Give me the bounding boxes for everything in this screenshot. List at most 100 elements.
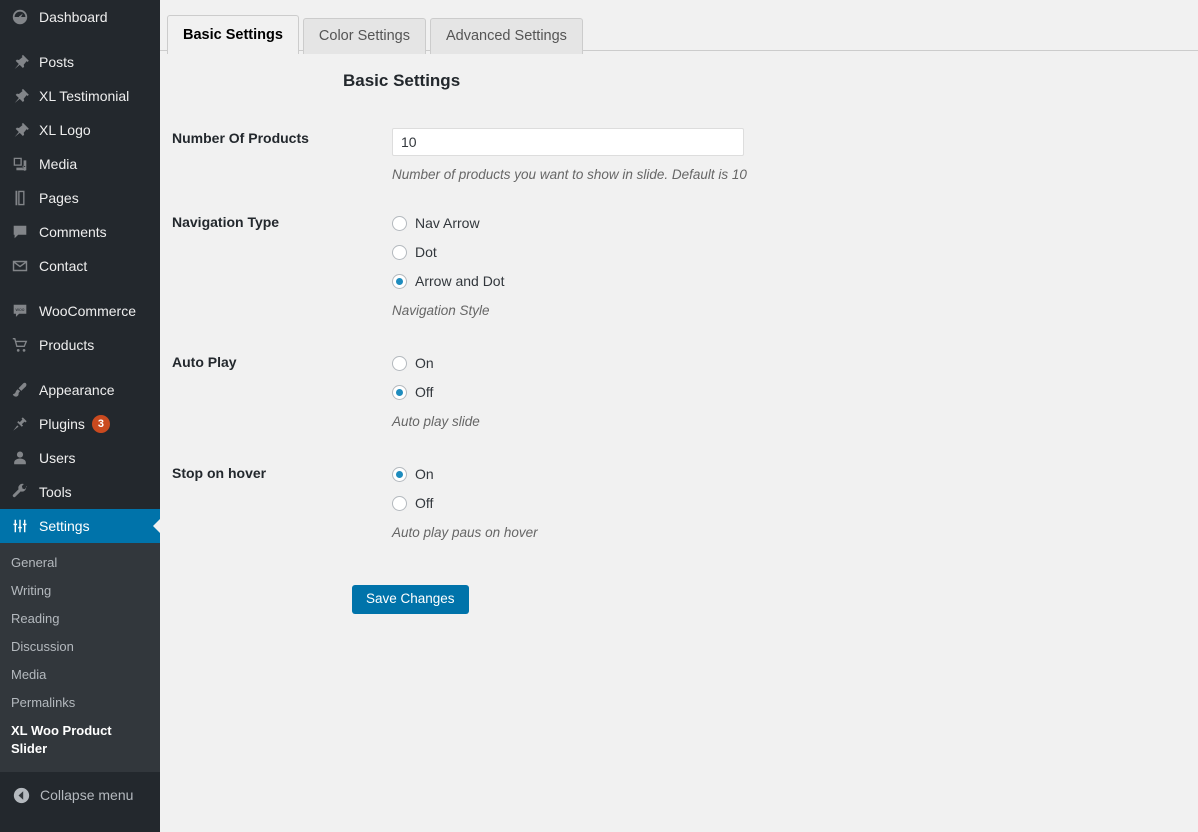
field-label: Navigation Type — [172, 214, 280, 230]
sidebar-item-label: Settings — [39, 518, 90, 534]
submenu-item-xl-woo-product-slider[interactable]: XL Woo Product Slider — [0, 717, 160, 763]
field-row-navigation-type: Navigation Type Nav Arrow Dot Arrow and Dot… — [160, 212, 1198, 320]
radio-option-off[interactable]: Off — [392, 492, 1198, 514]
sidebar-item-pages[interactable]: Pages — [0, 181, 160, 215]
pin-icon — [10, 120, 30, 140]
pin-icon — [10, 86, 30, 106]
sidebar-item-posts[interactable]: Posts — [0, 45, 160, 79]
sidebar-item-appearance[interactable]: Appearance — [0, 373, 160, 407]
svg-text:woo: woo — [16, 308, 25, 313]
media-icon — [10, 154, 30, 174]
page-title: Basic Settings — [343, 71, 461, 90]
sidebar-item-tools[interactable]: Tools — [0, 475, 160, 509]
radio-option-arrow-and-dot[interactable]: Arrow and Dot — [392, 270, 1198, 292]
sidebar-item-label: WooCommerce — [39, 303, 136, 319]
radio-button[interactable] — [392, 215, 407, 231]
sidebar-item-label: XL Testimonial — [39, 88, 130, 104]
radio-button[interactable] — [392, 273, 407, 289]
settings-submenu: General Writing Reading Discussion Media Perm… — [0, 543, 160, 772]
sidebar-item-label: Dashboard — [39, 9, 108, 25]
radio-button[interactable] — [392, 495, 407, 511]
radio-option-label: On — [415, 466, 434, 482]
radio-option-dot[interactable]: Dot — [392, 241, 1198, 263]
submenu-item-writing[interactable]: Writing — [0, 577, 160, 605]
field-label: Auto Play — [172, 354, 237, 370]
plugins-update-badge: 3 — [91, 415, 110, 433]
brush-icon — [10, 380, 30, 400]
radio-button[interactable] — [392, 384, 407, 400]
tab-advanced-settings[interactable]: Advanced Settings — [430, 18, 583, 54]
user-icon — [10, 448, 30, 468]
tab-color-settings[interactable]: Color Settings — [302, 18, 426, 54]
sidebar-menu: Dashboard Posts XL Testimonial XL Logo Media… — [0, 0, 160, 543]
field-description: Navigation Style — [392, 303, 490, 318]
submenu-item-permalinks[interactable]: Permalinks — [0, 689, 160, 717]
sidebar-item-label: Comments — [39, 224, 107, 240]
admin-sidebar: Dashboard Posts XL Testimonial XL Logo Media… — [0, 0, 160, 832]
radio-option-on[interactable]: On — [392, 463, 1198, 485]
sidebar-item-label: Plugins — [39, 416, 85, 432]
submenu-item-general[interactable]: General — [0, 549, 160, 577]
settings-tab-bar: Basic Settings Color Settings Advanced Set… — [160, 0, 1198, 55]
field-control: On Off Auto play paus on hover — [392, 463, 1198, 542]
collapse-menu-button[interactable]: Collapse menu — [0, 778, 160, 812]
pin-icon — [10, 52, 30, 72]
wrench-icon — [10, 482, 30, 502]
sidebar-item-settings[interactable]: Settings — [0, 509, 160, 543]
submenu-item-media[interactable]: Media — [0, 661, 160, 689]
settings-icon — [10, 516, 30, 536]
sidebar-item-label: Appearance — [39, 382, 115, 398]
number-of-products-input[interactable] — [392, 128, 744, 156]
submenu-item-discussion[interactable]: Discussion — [0, 633, 160, 661]
dashboard-icon — [10, 7, 30, 27]
field-description: Number of products you want to show in s… — [392, 167, 747, 182]
radio-button[interactable] — [392, 466, 407, 482]
sidebar-item-label: Users — [39, 450, 76, 466]
sidebar-item-label: Pages — [39, 190, 79, 206]
cart-icon — [10, 335, 30, 355]
radio-button[interactable] — [392, 355, 407, 371]
sidebar-item-users[interactable]: Users — [0, 441, 160, 475]
comments-icon — [10, 222, 30, 242]
sidebar-item-label: Posts — [39, 54, 75, 70]
sidebar-item-label: XL Logo — [39, 122, 91, 138]
radio-option-label: On — [415, 355, 434, 371]
radio-option-off[interactable]: Off — [392, 381, 1198, 403]
woocommerce-icon: woo — [10, 301, 30, 321]
sidebar-item-comments[interactable]: Comments — [0, 215, 160, 249]
sidebar-item-xl-logo[interactable]: XL Logo — [0, 113, 160, 147]
collapse-arrow-icon — [11, 785, 31, 805]
field-label: Stop on hover — [172, 465, 267, 481]
radio-option-label: Off — [415, 495, 434, 511]
collapse-menu-label: Collapse menu — [40, 787, 134, 803]
sidebar-item-plugins[interactable]: Plugins 3 — [0, 407, 160, 441]
sidebar-item-label: Tools — [39, 484, 72, 500]
content-area: Basic Settings Color Settings Advanced Set… — [160, 0, 1198, 832]
radio-option-on[interactable]: On — [392, 352, 1198, 374]
tab-basic-settings[interactable]: Basic Settings — [167, 15, 299, 55]
field-description: Auto play paus on hover — [392, 525, 538, 540]
admin-screen: Dashboard Posts XL Testimonial XL Logo Media… — [0, 0, 1198, 832]
radio-option-label: Off — [415, 384, 434, 400]
field-control: On Off Auto play slide — [392, 352, 1198, 431]
radio-button[interactable] — [392, 244, 407, 260]
plug-icon — [10, 414, 30, 434]
sidebar-item-label: Contact — [39, 258, 88, 274]
sidebar-item-label: Products — [39, 337, 95, 353]
sidebar-item-products[interactable]: Products — [0, 328, 160, 362]
pages-icon — [10, 188, 30, 208]
submenu-item-reading[interactable]: Reading — [0, 605, 160, 633]
mail-icon — [10, 256, 30, 276]
radio-option-nav-arrow[interactable]: Nav Arrow — [392, 212, 1198, 234]
sidebar-item-xl-testimonial[interactable]: XL Testimonial — [0, 79, 160, 113]
field-row-stop-on-hover: Stop on hover On Off Auto play paus on hove… — [160, 463, 1198, 542]
sidebar-item-contact[interactable]: Contact — [0, 249, 160, 283]
sidebar-item-label: Media — [39, 156, 78, 172]
sidebar-item-dashboard[interactable]: Dashboard — [0, 0, 160, 34]
sidebar-item-media[interactable]: Media — [0, 147, 160, 181]
sidebar-item-woocommerce[interactable]: woo WooCommerce — [0, 294, 160, 328]
radio-option-label: Dot — [415, 244, 437, 260]
save-changes-button[interactable]: Save Changes — [352, 585, 469, 614]
field-row-auto-play: Auto Play On Off Auto play slide — [160, 352, 1198, 431]
field-label: Number Of Products — [172, 130, 309, 146]
